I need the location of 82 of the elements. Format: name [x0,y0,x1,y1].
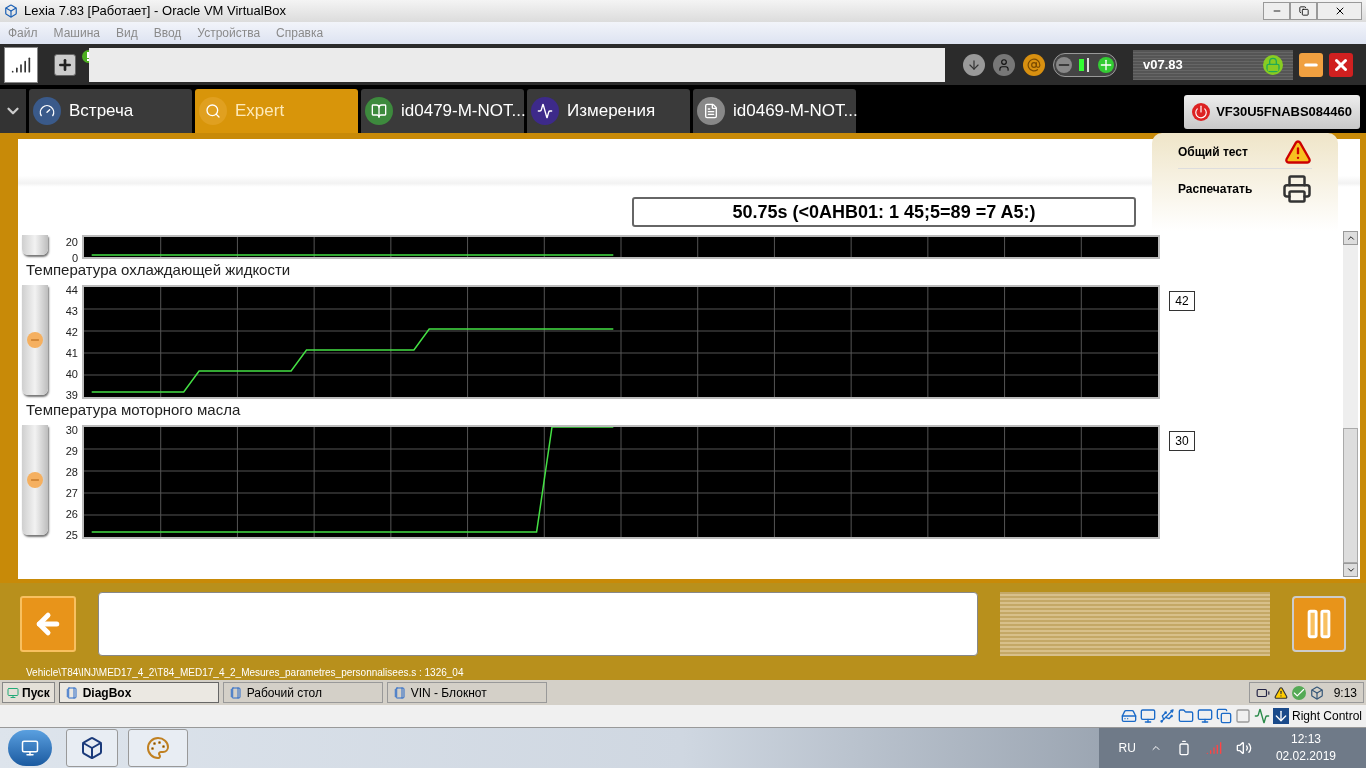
printer-icon [1282,174,1312,204]
axis-tick-label: 29 [65,445,78,456]
scroll-down-icon[interactable] [1343,563,1358,577]
cube-icon[interactable] [80,736,104,760]
timestamp-field: 50.75s (<0AHB01: 1 45;5=89 =7 A5:) [632,197,1136,227]
tab[interactable]: id0479-M-NOT... [361,89,524,133]
axis-tick-label: 43 [65,305,78,316]
wave-icon [531,97,559,125]
file-path: Vehicle\T84\INJ\MED17_4_2\T84_MED17_4_2_Mesures_parametres_personnalisees.s : 1326_04 [26,666,464,679]
axis-tick-label: 27 [65,487,78,498]
start-button[interactable]: Пуск [2,682,55,703]
axis-tick-label: 41 [65,347,78,358]
taskbar-button[interactable]: DiagBox [58,682,219,703]
chart-title: Температура моторного масла [25,400,242,420]
input-field[interactable] [89,47,945,82]
paint-button[interactable] [128,729,188,767]
axis-tick-label: 26 [65,508,78,519]
scroll-handle[interactable] [22,285,48,395]
scrollbar[interactable] [1343,231,1358,577]
taskbar-button[interactable]: Рабочий стол [222,682,383,703]
axis-tick-label: 20 [65,236,78,247]
clock: 9:13 [1333,684,1357,702]
tab[interactable]: Измерения [527,89,690,133]
warning-icon [1273,685,1288,700]
windows-icon [1215,708,1232,724]
cube-icon [1309,685,1324,700]
scroll-thumb[interactable] [1343,428,1358,563]
tab[interactable]: Встреча [29,89,192,133]
lock-icon[interactable] [1263,54,1283,75]
axis-tick-label: 42 [65,326,78,337]
palette-icon[interactable] [146,736,170,760]
vehicle-id-button[interactable]: VF30U5FNABS084460 [1184,95,1360,129]
host-key-label: Right Control [1291,708,1362,725]
restore-button[interactable] [1290,2,1317,20]
clock[interactable]: 12:13 02.02.2019 [1275,731,1336,765]
language-indicator[interactable]: RU [1118,739,1136,757]
axis-tick-label: 0 [71,252,78,263]
folder-icon [1177,708,1194,724]
level-icon [1078,56,1092,73]
scroll-handle[interactable] [22,425,48,535]
collapse-icon[interactable] [27,332,43,348]
pause-button[interactable] [1292,596,1346,652]
restore-icon[interactable] [1298,6,1309,16]
axis-tick-label: 39 [65,389,78,400]
app-icon [4,4,18,18]
axis-tick-label: 25 [65,529,78,540]
value-readout: 42 [1169,291,1195,311]
zoom-out-icon[interactable] [1056,56,1072,73]
app-icon[interactable] [393,686,406,699]
search-icon [199,97,227,125]
dropdown-button[interactable] [0,89,26,133]
display-icon [1196,708,1213,724]
volume-icon[interactable] [1235,740,1252,756]
check-icon [1291,685,1306,700]
usb-icon [1158,708,1175,724]
power-icon [1192,103,1211,121]
book-icon [365,97,393,125]
axis-tick-label: 28 [65,466,78,477]
axis-tick-label: 40 [65,368,78,379]
version-label: v07.83 [1143,55,1183,74]
scroll-up-icon[interactable] [1343,231,1358,245]
axis-tick-label: 30 [65,424,78,435]
app-icon[interactable] [65,686,78,699]
tab[interactable]: id0469-M-NOT... [693,89,856,133]
gauge-icon [33,97,61,125]
chart-title: Температура охлаждающей жидкости [25,261,292,280]
taskbar-button[interactable]: VIN - Блокнот [386,682,547,703]
document-icon [697,97,725,125]
virtualbox-button[interactable] [66,729,118,767]
window-title: Lexia 7.83 [Работает] - Oracle VM VirtualBox [24,2,287,21]
zoom-control[interactable] [1053,52,1117,77]
zoom-in-icon[interactable] [1098,56,1114,73]
axis-tick-label: 44 [65,284,78,295]
start-button[interactable] [8,730,52,766]
back-button[interactable] [20,596,76,652]
value-readout: 30 [1169,431,1195,451]
scroll-handle[interactable] [22,235,48,255]
general-test-button[interactable]: Общий тест [1178,135,1312,169]
print-button[interactable]: Распечатать [1178,169,1312,209]
app-icon[interactable] [229,686,242,699]
warning-icon [1284,137,1312,166]
collapse-icon[interactable] [27,472,43,488]
